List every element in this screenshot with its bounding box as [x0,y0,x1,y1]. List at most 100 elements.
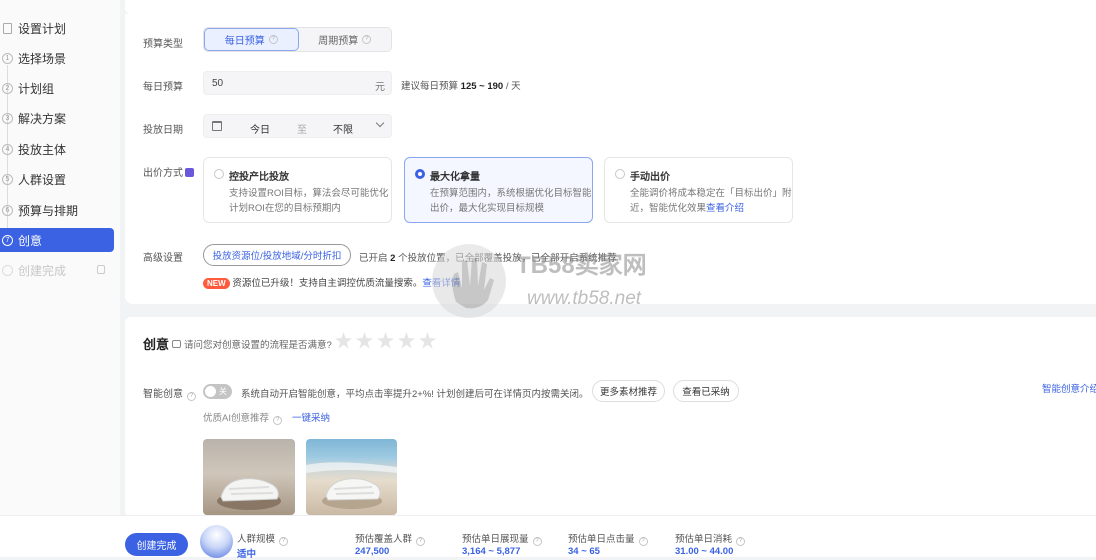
option-description: 全能调价将成本稳定在「目标出价」附 近，智能优化效果查看介绍 [630,186,792,216]
watermark-title: TB58卖家网 [516,252,647,279]
sidebar-item-label: 创建完成 [18,263,67,278]
sidebar-item-complete: 创建完成 [0,258,114,282]
step-number: 1 [2,52,13,64]
sidebar-item-plan[interactable]: 设置计划 [0,16,114,40]
radio-button[interactable] [415,169,425,179]
notice-text: 资源位已升级！支持自主调控优质流量搜索。 [232,278,423,289]
watermark-url: www.tb58.net [527,288,642,309]
option-label: 每日预算 [224,36,265,47]
currency-unit: 元 [375,82,385,93]
advanced-label: 高级设置 [143,253,183,264]
stat-label: 预估单日点击量? [568,531,648,546]
daily-budget-option[interactable]: 每日预算? [204,28,299,51]
start-date[interactable]: 今日 [250,121,270,136]
hand-logo-icon [452,258,494,309]
advanced-settings-button[interactable]: 投放资源位/投放地域/分时折扣 [203,244,351,266]
toggle-knob [205,386,216,397]
help-icon[interactable]: ? [416,537,426,546]
sidebar-item-label: 预算与排期 [18,203,79,218]
resource-notice: NEW 资源位已升级！支持自主调控优质流量搜索。查看详情 [203,275,460,289]
date-separator: 至 [297,125,307,136]
view-adopted-button[interactable]: 查看已采纳 [673,380,739,402]
shoe-image [306,462,397,509]
bid-option-roi[interactable]: 控投产比投放 支持设置ROI目标，算法会尽可能优化 计划ROI在您的目标预期内 [203,157,392,223]
sidebar-item-solution[interactable]: 3 解决方案 [0,106,114,130]
watermark-logo [432,244,506,318]
help-icon[interactable]: ? [638,537,648,546]
adopt-all-link[interactable]: 一键采纳 [292,413,330,424]
stat-value: 247,500 [355,546,390,557]
header-card [125,0,1096,14]
sidebar-item-creative[interactable]: 7 创意 [0,228,114,252]
desc-line: 全能调价将成本稳定在「目标出价」附 [630,188,792,199]
help-icon[interactable]: ? [268,35,278,44]
bid-option-manual[interactable]: 手动出价 全能调价将成本稳定在「目标出价」附 近，智能优化效果查看介绍 [604,157,793,223]
step-number: 3 [2,112,13,124]
sidebar-item-label: 计划组 [18,81,55,96]
badge-icon [185,168,194,177]
ai-recommend: 优质AI创意推荐? 一键采纳 [203,410,330,425]
more-materials-button[interactable]: 更多素材推荐 [592,380,665,402]
help-icon[interactable]: ? [362,35,372,44]
calendar-icon [212,121,222,131]
help-icon[interactable]: ? [736,537,746,546]
audience-value: 适中 [237,549,257,560]
creative-image-2[interactable] [306,439,397,515]
date-range-picker[interactable]: 今日 至 不限 [203,114,392,138]
stat-label: 预估覆盖人群? [355,531,426,546]
smart-creative-toggle[interactable]: 关 [203,384,232,399]
check-icon [2,264,13,276]
comment-icon [172,340,181,348]
stat-value: 31.00 ~ 44.00 [675,546,734,557]
view-intro-link[interactable]: 查看介绍 [706,203,744,214]
radio-button[interactable] [615,169,625,179]
help-icon[interactable]: ? [187,392,196,401]
stat-label-text: 预估覆盖人群 [355,534,413,545]
budget-suggestion: 建议每日预算 125 ~ 190 / 天 [401,78,521,92]
sidebar-item-label: 投放主体 [18,142,67,157]
sidebar-item-budget[interactable]: 6 预算与排期 [0,198,114,222]
help-icon[interactable]: ? [272,416,282,425]
sidebar-item-group[interactable]: 2 计划组 [0,76,114,100]
bid-option-max-volume[interactable]: 最大化拿量 在预算范围内，系统根据优化目标智能 出价，最大化实现目标规模 [404,157,593,223]
desc-line: 在预算范围内，系统根据优化目标智能 [430,188,592,199]
create-complete-button[interactable]: 创建完成 [125,533,188,556]
creative-image-1[interactable] [203,439,295,515]
radio-button[interactable] [214,169,224,179]
audience-label-text: 人群规模 [237,534,276,545]
help-icon[interactable]: ? [532,537,542,546]
step-number: 2 [2,82,13,94]
survey-text: 请问您对创意设置的流程是否满意? [184,340,332,351]
audience-gauge-icon [200,525,233,558]
survey: 请问您对创意设置的流程是否满意? [172,337,332,351]
budget-value: 50 [212,78,224,89]
sidebar-item-label: 设置计划 [18,21,67,36]
option-title: 手动出价 [630,172,670,183]
step-number: 7 [2,234,13,246]
step-number: 6 [2,204,13,216]
audience-label: 人群规模? [237,531,289,546]
sidebar-item-label: 选择场景 [18,51,67,66]
end-date[interactable]: 不限 [333,121,353,136]
sidebar-item-scene[interactable]: 1 选择场景 [0,46,114,70]
stat-value: 34 ~ 65 [568,546,600,557]
stat-label-text: 预估单日点击量 [568,534,635,545]
stat-label: 预估单日展现量? [462,531,542,546]
creative-title: 创意 [143,337,170,352]
cycle-budget-option[interactable]: 周期预算? [299,28,392,51]
daily-budget-label: 每日预算 [143,82,183,93]
daily-budget-input[interactable]: 50 元 [203,71,392,95]
desc-line: 计划ROI在您的目标预期内 [229,203,341,214]
sidebar-item-audience[interactable]: 5 人群设置 [0,167,114,191]
help-icon[interactable]: ? [279,537,289,546]
stat-value: 3,164 ~ 5,877 [462,546,521,557]
option-title: 控投产比投放 [229,172,289,183]
stat-label-text: 预估单日消耗 [675,534,733,545]
sidebar-item-subject[interactable]: 4 投放主体 [0,137,114,161]
desc-line: 支持设置ROI目标，算法会尽可能优化 [229,188,389,199]
sidebar-item-label: 创意 [18,233,43,248]
smart-creative-intro-link[interactable]: 智能创意介绍 [1042,381,1096,395]
sidebar-item-label: 人群设置 [18,172,67,187]
new-badge: NEW [203,278,230,289]
suggestion-prefix: 建议每日预算 [401,81,459,92]
